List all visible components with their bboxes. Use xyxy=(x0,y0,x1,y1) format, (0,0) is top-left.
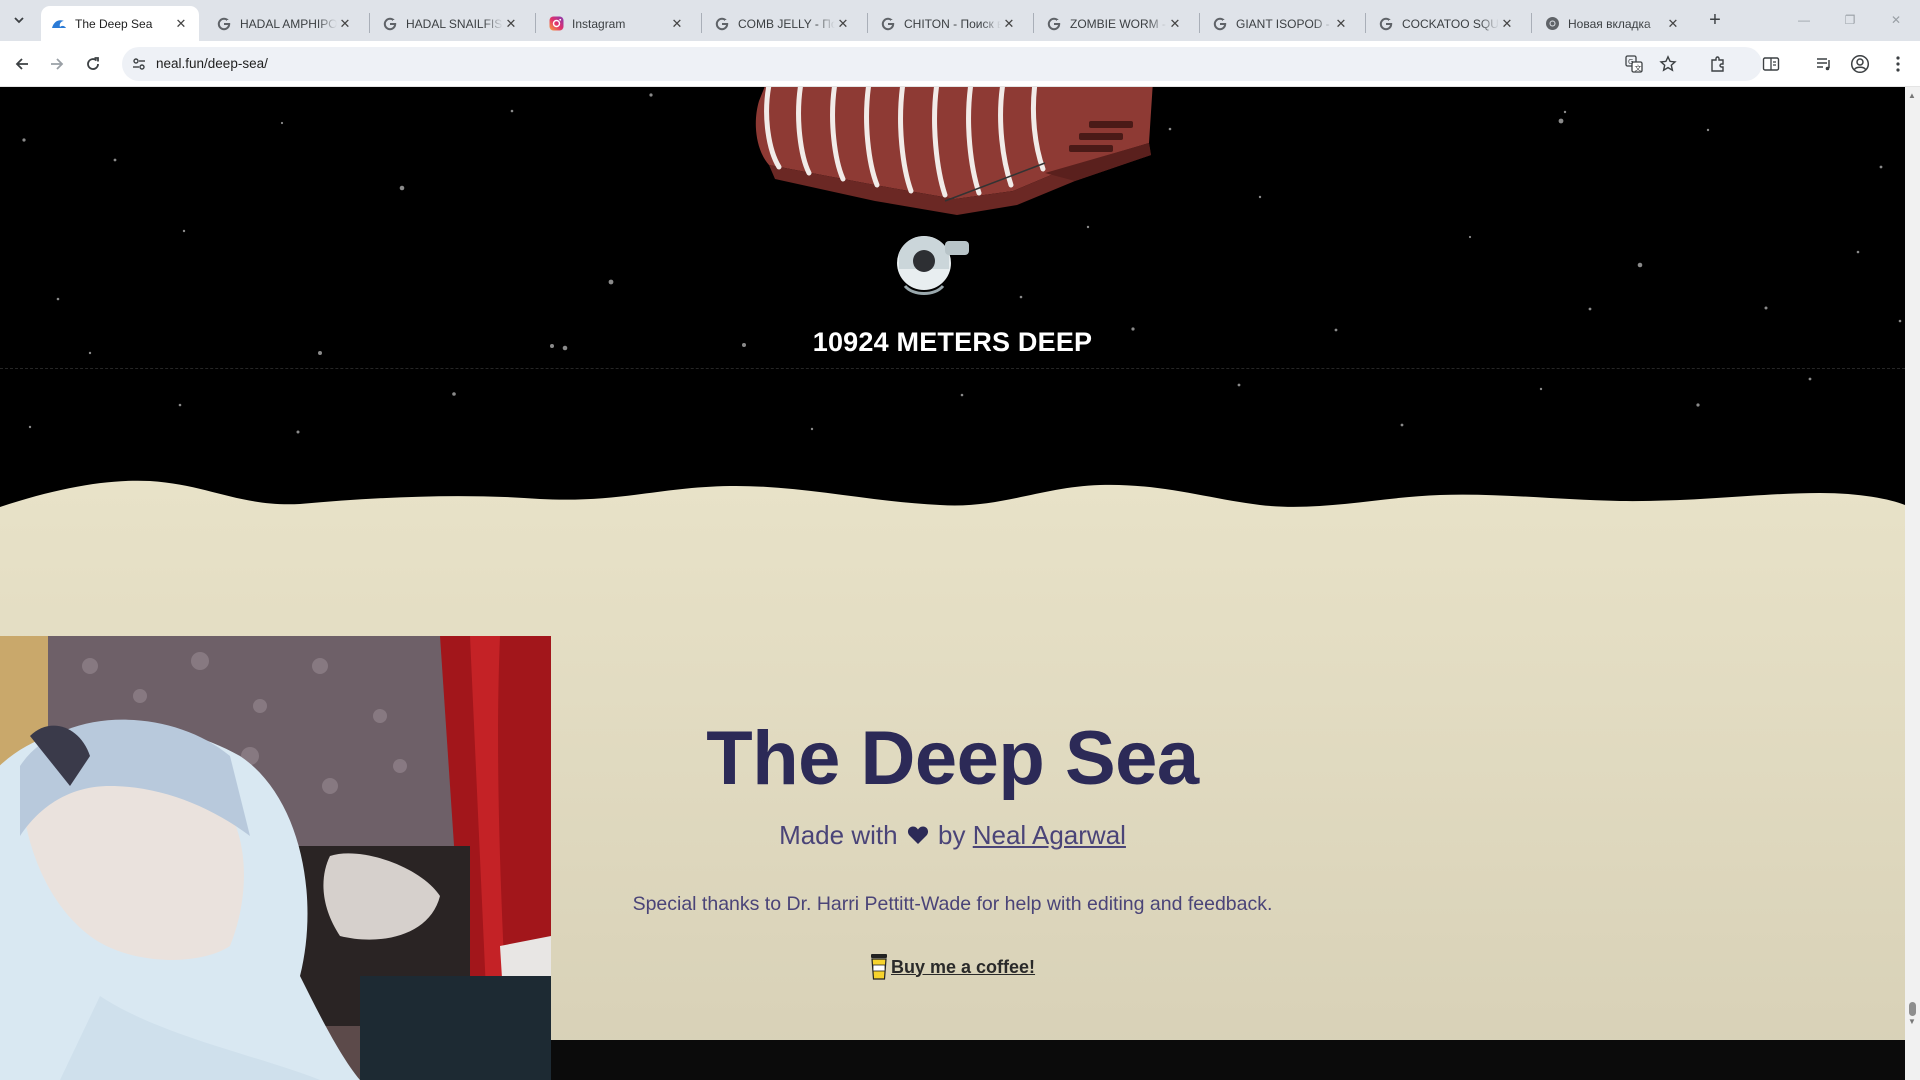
tab-search-button[interactable] xyxy=(7,8,31,32)
tab-divider xyxy=(867,13,868,33)
reload-button[interactable] xyxy=(79,50,107,78)
profile-button[interactable] xyxy=(1849,53,1871,75)
close-icon[interactable]: ✕ xyxy=(1665,16,1681,32)
tab-giant-isopod[interactable]: GIANT ISOPOD - П ✕ xyxy=(1202,6,1359,41)
depth-marker-line xyxy=(0,368,1905,369)
minimize-icon: — xyxy=(1798,13,1810,27)
made-with-text: Made with xyxy=(779,820,898,850)
tab-cockatoo-squid[interactable]: COCKATOO SQUID ✕ xyxy=(1368,6,1525,41)
google-g-icon xyxy=(382,16,398,32)
tab-divider xyxy=(1199,13,1200,33)
tab-strip: The Deep Sea ✕ HADAL AMPHIPOD ✕ HADAL SN… xyxy=(0,0,1920,41)
heart-icon xyxy=(907,826,928,844)
close-icon[interactable]: ✕ xyxy=(173,16,189,32)
queue-music-icon xyxy=(1817,58,1830,71)
media-controls-button[interactable] xyxy=(1813,53,1835,75)
side-panel-button[interactable] xyxy=(1760,53,1782,75)
close-icon[interactable]: ✕ xyxy=(669,16,685,32)
google-g-icon xyxy=(1378,16,1394,32)
tab-title: Новая вкладка xyxy=(1568,16,1651,31)
svg-text:文: 文 xyxy=(1635,64,1642,73)
vertical-scrollbar[interactable]: ▲ ▼ xyxy=(1905,87,1920,1080)
close-icon[interactable]: ✕ xyxy=(337,16,353,32)
back-button[interactable] xyxy=(8,50,36,78)
tab-divider xyxy=(1033,13,1034,33)
instagram-icon xyxy=(548,16,564,32)
close-icon[interactable]: ✕ xyxy=(1499,16,1515,32)
scrollbar-thumb[interactable] xyxy=(1909,1002,1916,1016)
google-g-icon xyxy=(216,16,232,32)
tab-title: HADAL SNAILFISH xyxy=(406,16,503,31)
puzzle-icon xyxy=(1711,56,1724,72)
close-icon[interactable]: ✕ xyxy=(1001,16,1017,32)
tab-divider xyxy=(1531,13,1532,33)
close-window-button[interactable]: ✕ xyxy=(1882,9,1910,31)
tab-divider xyxy=(1365,13,1366,33)
tab-title: CHITON - Поиск в xyxy=(904,16,1001,31)
arrow-left-icon xyxy=(15,58,28,70)
tab-divider xyxy=(701,13,702,33)
chrome-icon xyxy=(1544,16,1560,32)
tab-title: GIANT ISOPOD - П xyxy=(1236,16,1333,31)
chevron-down-icon xyxy=(14,17,24,24)
google-g-icon xyxy=(714,16,730,32)
extensions-button[interactable] xyxy=(1707,53,1729,75)
browser-toolbar: neal.fun/deep-sea/ G文 xyxy=(0,41,1920,87)
forward-button[interactable] xyxy=(43,50,71,78)
webcam-overlay xyxy=(0,636,551,1080)
close-icon[interactable]: ✕ xyxy=(835,16,851,32)
tab-chiton[interactable]: CHITON - Поиск в ✕ xyxy=(870,6,1027,41)
tab-title: The Deep Sea xyxy=(75,16,153,31)
submarine-illustration xyxy=(755,87,1153,295)
svg-text:G: G xyxy=(1628,58,1633,66)
plus-icon: + xyxy=(1709,9,1721,31)
site-settings-icon[interactable] xyxy=(130,55,148,73)
menu-button[interactable] xyxy=(1887,53,1909,75)
account-circle-icon xyxy=(1850,54,1870,74)
url-text[interactable]: neal.fun/deep-sea/ xyxy=(156,56,268,71)
tab-title: COMB JELLY - Поиск xyxy=(738,16,835,31)
tab-the-deep-sea[interactable]: The Deep Sea ✕ xyxy=(41,6,199,41)
reading-mode-icon xyxy=(1762,57,1780,71)
scroll-up-arrow-icon[interactable]: ▲ xyxy=(1908,91,1916,100)
google-g-icon xyxy=(1212,16,1228,32)
tab-title: Instagram xyxy=(572,16,626,31)
tab-divider xyxy=(369,13,370,33)
google-g-icon xyxy=(1046,16,1062,32)
close-icon[interactable]: ✕ xyxy=(1167,16,1183,32)
new-tab-button[interactable]: + xyxy=(1703,9,1727,33)
tab-title: ZOMBIE WORM - П xyxy=(1070,16,1167,31)
address-bar[interactable]: neal.fun/deep-sea/ G文 xyxy=(122,47,1762,81)
buy-coffee-text[interactable]: Buy me a coffee! xyxy=(891,957,1035,978)
translate-icon[interactable]: G文 xyxy=(1624,54,1644,74)
tab-zombie-worm[interactable]: ZOMBIE WORM - П ✕ xyxy=(1036,6,1193,41)
neal-fun-wave-icon xyxy=(51,16,67,32)
buy-coffee-link[interactable]: Buy me a coffee! xyxy=(870,953,1035,981)
minimize-button[interactable]: — xyxy=(1790,9,1818,31)
tab-hadal-snailfish[interactable]: HADAL SNAILFISH ✕ xyxy=(372,6,529,41)
arrow-right-icon xyxy=(51,58,64,70)
bookmark-star-icon[interactable] xyxy=(1658,54,1678,74)
tab-hadal-amphipod[interactable]: HADAL AMPHIPOD ✕ xyxy=(206,6,363,41)
reload-icon xyxy=(87,57,99,70)
scroll-down-arrow-icon[interactable]: ▼ xyxy=(1908,1017,1916,1026)
tab-title: HADAL AMPHIPOD xyxy=(240,16,337,31)
restore-button[interactable]: ❐ xyxy=(1836,9,1864,31)
restore-icon: ❐ xyxy=(1844,13,1856,27)
depth-label: 10924 METERS DEEP xyxy=(812,327,1093,357)
made-by-text: by xyxy=(938,820,966,850)
tab-instagram[interactable]: Instagram ✕ xyxy=(538,6,695,41)
screen: The Deep Sea ✕ HADAL AMPHIPOD ✕ HADAL SN… xyxy=(0,0,1920,1080)
google-g-icon xyxy=(880,16,896,32)
close-icon[interactable]: ✕ xyxy=(1333,16,1349,32)
tab-new-tab[interactable]: Новая вкладка ✕ xyxy=(1534,6,1691,41)
tab-comb-jelly[interactable]: COMB JELLY - Поиск ✕ xyxy=(704,6,861,41)
more-vert-icon xyxy=(1896,56,1900,72)
coffee-cup-icon xyxy=(871,954,887,980)
close-icon: ✕ xyxy=(1890,13,1902,27)
tab-divider xyxy=(535,13,536,33)
tab-title: COCKATOO SQUID xyxy=(1402,16,1499,31)
close-icon[interactable]: ✕ xyxy=(503,16,519,32)
author-link[interactable]: Neal Agarwal xyxy=(973,820,1126,850)
